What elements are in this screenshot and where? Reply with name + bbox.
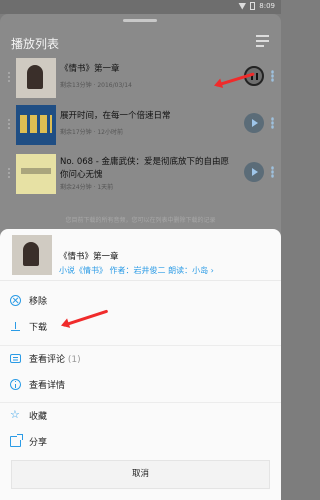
remove-button[interactable]: 移除 — [0, 289, 281, 313]
playlist-panel: 播放列表 《情书》第一章 剩余13分钟 · 2016/03/14 展开时间，在每… — [0, 14, 281, 246]
cancel-button[interactable]: 取消 — [11, 460, 270, 489]
share-label: 分享 — [29, 438, 48, 448]
share-button[interactable]: 分享 — [0, 430, 281, 454]
current-episode-title: 《情书》第一章 — [59, 252, 119, 262]
episode-title: No. 068 - 金庸武侠：爱是彻底放下的自由愿你问心无愧 — [60, 157, 230, 180]
comments-label: 查看评论 (1) — [29, 355, 81, 365]
star-icon: ☆ — [10, 408, 20, 421]
episode-meta: 剩余24分钟 · 1天前 — [60, 184, 114, 191]
current-episode-cover — [12, 235, 52, 275]
remove-label: 移除 — [29, 297, 48, 307]
action-sheet: 《情书》第一章 小说《情书》 作者：岩井俊二 朗读：小岛 › 移除 下载 查看评… — [0, 229, 281, 500]
more-icon[interactable] — [271, 117, 274, 129]
comment-count: (1) — [67, 355, 81, 365]
play-button[interactable] — [244, 162, 264, 182]
status-bar: 8:09 — [0, 0, 281, 14]
wifi-icon — [238, 2, 247, 10]
current-episode-header[interactable]: 《情书》第一章 小说《情书》 作者：岩井俊二 朗读：小岛 › — [0, 229, 281, 281]
favorite-button[interactable]: ☆ 收藏 — [0, 404, 281, 428]
episode-meta: 剩余13分钟 · 2016/03/14 — [60, 82, 132, 89]
current-episode-subtitle[interactable]: 小说《情书》 作者：岩井俊二 朗读：小岛 › — [59, 265, 214, 276]
drag-handle-icon[interactable] — [7, 167, 11, 179]
battery-icon — [250, 2, 256, 10]
share-icon — [10, 434, 23, 447]
remove-icon — [10, 295, 21, 306]
drag-handle-icon[interactable] — [7, 71, 11, 83]
sheet-handle[interactable] — [123, 19, 157, 22]
playlist-title: 播放列表 — [11, 37, 60, 51]
playlist-item[interactable]: 展开时间，在每一个倍速日常 剩余17分钟 · 12小时前 — [0, 103, 281, 147]
download-icon — [10, 321, 21, 332]
divider — [0, 402, 281, 403]
favorite-label: 收藏 — [29, 412, 48, 422]
comments-button[interactable]: 查看评论 (1) — [0, 347, 281, 371]
episode-cover — [16, 105, 56, 145]
episode-title: 展开时间，在每一个倍速日常 — [60, 111, 171, 121]
drag-handle-icon[interactable] — [7, 118, 11, 130]
status-time: 8:09 — [259, 2, 275, 10]
details-button[interactable]: 查看详情 — [0, 373, 281, 397]
episode-cover — [16, 154, 56, 194]
more-icon[interactable] — [271, 70, 274, 82]
episode-cover — [16, 58, 56, 98]
download-label: 下载 — [29, 323, 48, 333]
playlist-menu-icon[interactable] — [256, 35, 269, 47]
playlist-item[interactable]: No. 068 - 金庸武侠：爱是彻底放下的自由愿你问心无愧 剩余24分钟 · … — [0, 152, 281, 196]
play-button[interactable] — [244, 113, 264, 133]
comment-icon — [10, 354, 21, 363]
episode-title: 《情书》第一章 — [60, 64, 120, 74]
details-label: 查看详情 — [29, 381, 66, 391]
status-icons: 8:09 — [238, 2, 275, 10]
playlist-hint: 您目前下载的所有音频，您可以在列表中删除下载的记录 — [65, 217, 216, 224]
download-button[interactable]: 下载 — [0, 315, 281, 339]
episode-meta: 剩余17分钟 · 12小时前 — [60, 129, 123, 136]
more-icon[interactable] — [271, 166, 274, 178]
divider — [0, 345, 281, 346]
info-icon — [10, 379, 21, 390]
